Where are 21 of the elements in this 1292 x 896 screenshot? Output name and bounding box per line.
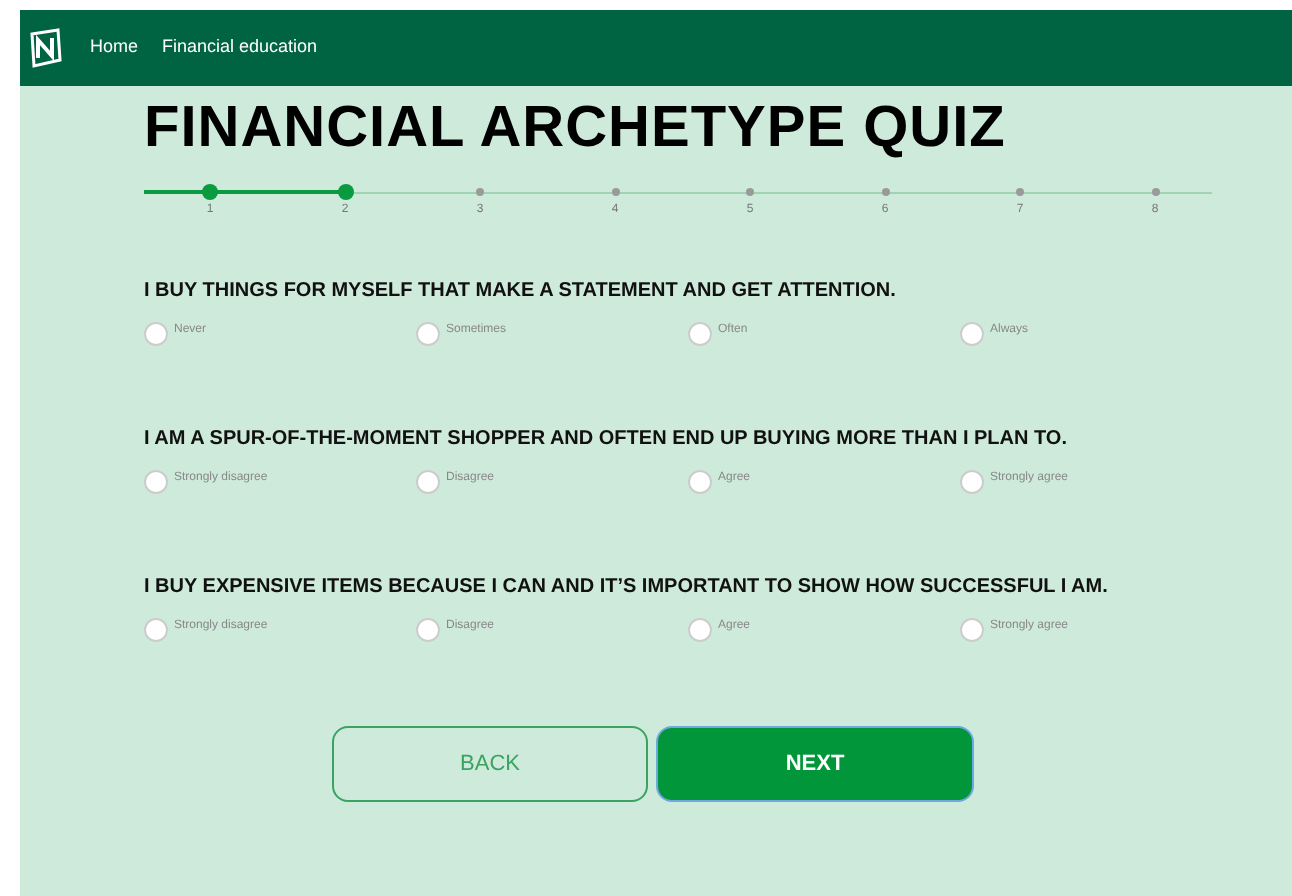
page-title: FINANCIAL ARCHETYPE QUIZ xyxy=(144,94,1008,162)
radio-button[interactable] xyxy=(416,322,440,346)
question-text: I BUY EXPENSIVE ITEMS BECAUSE I CAN AND IT’S IMPORTANT TO SHOW HOW SUCCESSFUL I AM. xyxy=(144,574,1110,602)
radio-button[interactable] xyxy=(960,322,984,346)
radio-button[interactable] xyxy=(688,470,712,494)
nav-link[interactable]: Financial education xyxy=(162,34,318,62)
radio-button[interactable] xyxy=(688,322,712,346)
back-button[interactable]: BACK xyxy=(332,726,648,802)
logo-icon[interactable] xyxy=(26,28,66,68)
nav-link[interactable]: Home xyxy=(90,34,139,62)
radio-button[interactable] xyxy=(960,618,984,642)
radio-button[interactable] xyxy=(144,322,168,346)
radio-button[interactable] xyxy=(416,618,440,642)
radio-button[interactable] xyxy=(144,618,168,642)
radio-button[interactable] xyxy=(960,470,984,494)
radio-button[interactable] xyxy=(144,470,168,494)
next-button[interactable]: NEXT xyxy=(656,726,974,802)
radio-button[interactable] xyxy=(416,470,440,494)
question-text: I BUY THINGS FOR MYSELF THAT MAKE A STATEMENT AND GET ATTENTION. xyxy=(144,278,898,306)
radio-button[interactable] xyxy=(688,618,712,642)
question-text: I AM A SPUR-OF-THE-MOMENT SHOPPER AND OFTEN END UP BUYING MORE THAN I PLAN TO. xyxy=(144,426,1069,454)
